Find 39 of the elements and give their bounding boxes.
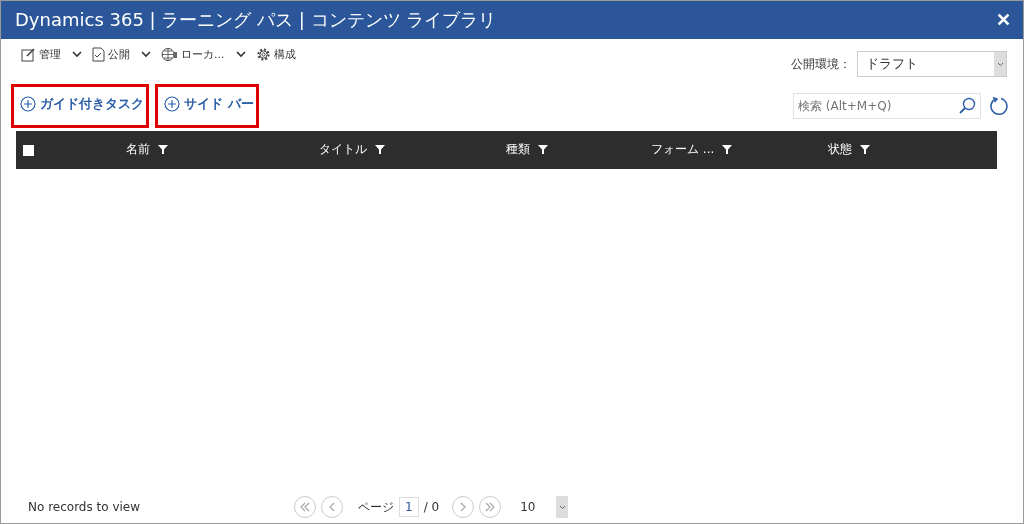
- add-button[interactable]: サイド バー: [164, 95, 254, 113]
- chevron-down-icon: [996, 61, 1004, 67]
- search-field[interactable]: 検索 (Alt+M+Q): [793, 93, 981, 119]
- toolbar-button[interactable]: 管理: [21, 47, 82, 62]
- plus-circle-icon: [164, 96, 180, 112]
- filter-icon[interactable]: [722, 145, 733, 154]
- column-header[interactable]: フォーム ...: [651, 141, 715, 158]
- filter-icon[interactable]: [375, 145, 385, 154]
- column-header[interactable]: 状態: [828, 141, 852, 158]
- double-chevron-left-icon: [299, 501, 311, 513]
- toolbar-button[interactable]: 構成: [255, 47, 296, 62]
- window-title: Dynamics 365 | ラーニング パス | コンテンツ ライブラリ: [15, 8, 497, 32]
- plus-circle-icon: [20, 96, 36, 112]
- refresh-icon[interactable]: [989, 96, 1009, 116]
- page-size-value: 10: [520, 500, 536, 514]
- column-header[interactable]: 種類: [506, 141, 530, 158]
- add-button[interactable]: ガイド付きタスク: [20, 95, 144, 113]
- filter-icon[interactable]: [860, 145, 870, 154]
- globe-icon: [161, 47, 178, 62]
- toolbar-button[interactable]: 公開: [92, 47, 151, 62]
- environment-dropdown[interactable]: ドラフト: [857, 51, 1007, 77]
- settings-icon: [255, 47, 271, 62]
- environment-label: 公開環境：: [791, 55, 851, 73]
- edit-icon: [21, 47, 36, 62]
- page-number-field[interactable]: 1: [399, 497, 419, 517]
- toolbar-button[interactable]: ローカ...: [161, 47, 246, 62]
- column-header[interactable]: 名前: [126, 141, 150, 158]
- close-button[interactable]: ✕: [992, 7, 1015, 33]
- chevron-down-icon: [558, 504, 566, 510]
- status-text: No records to view: [28, 500, 142, 514]
- document-check-icon: [92, 47, 105, 62]
- search-icon: [958, 97, 976, 115]
- page-total: / 0: [423, 500, 440, 514]
- select-all-checkbox[interactable]: [23, 145, 34, 156]
- filter-icon[interactable]: [538, 145, 548, 154]
- page-label: ページ: [358, 498, 394, 516]
- double-chevron-right-icon: [484, 501, 497, 513]
- column-header[interactable]: タイトル: [319, 141, 367, 158]
- filter-icon[interactable]: [158, 145, 168, 154]
